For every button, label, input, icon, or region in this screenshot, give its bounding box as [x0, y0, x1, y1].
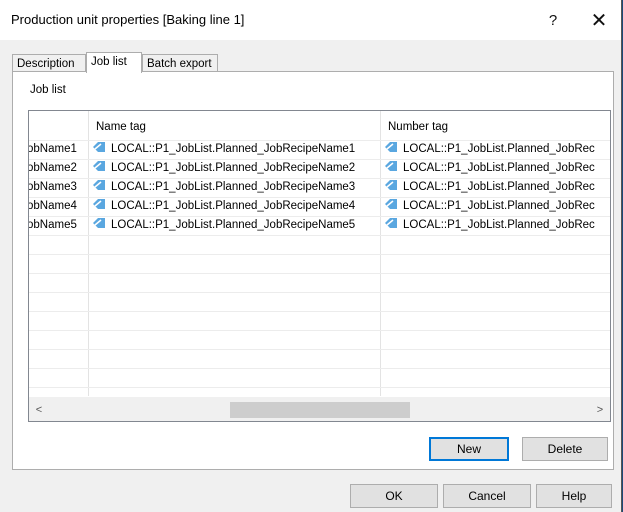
number-tag-cell[interactable]: LOCAL::P1_JobList.Planned_JobRec	[384, 178, 595, 197]
scrollbar-thumb[interactable]	[230, 402, 410, 418]
row-divider	[29, 368, 610, 369]
tab-description[interactable]: Description	[12, 54, 86, 72]
tab-batch-export[interactable]: Batch export	[142, 54, 218, 72]
window-title: Production unit properties [Baking line …	[11, 12, 245, 27]
row-divider	[29, 330, 610, 331]
tag-icon	[93, 142, 105, 152]
column-header-name-tag[interactable]: Name tag	[96, 121, 146, 133]
name-tag-text: LOCAL::P1_JobList.Planned_JobRecipeName3	[111, 181, 356, 193]
tag-icon	[93, 218, 105, 228]
column-header-number-tag[interactable]: Number tag	[388, 121, 448, 133]
tag-icon	[385, 142, 397, 152]
name-tag-cell[interactable]: LOCAL::P1_JobList.Planned_JobRecipeName2	[92, 159, 355, 178]
row-divider	[29, 273, 610, 274]
job-name-cell[interactable]: obName3	[29, 178, 77, 197]
help-title-button[interactable]: ?	[530, 0, 576, 40]
job-name-cell[interactable]: obName1	[29, 140, 77, 159]
row-divider	[29, 254, 610, 255]
job-name-cell[interactable]: obName4	[29, 197, 77, 216]
properties-dialog: Production unit properties [Baking line …	[0, 0, 622, 512]
title-bar[interactable]: Production unit properties [Baking line …	[0, 0, 621, 40]
name-tag-text: LOCAL::P1_JobList.Planned_JobRecipeName4	[111, 200, 356, 212]
row-divider	[29, 235, 610, 236]
row-divider	[29, 349, 610, 350]
close-button[interactable]: ✕	[576, 0, 622, 40]
number-tag-text: LOCAL::P1_JobList.Planned_JobRec	[403, 162, 595, 174]
name-tag-cell[interactable]: LOCAL::P1_JobList.Planned_JobRecipeName3	[92, 178, 355, 197]
name-tag-cell[interactable]: LOCAL::P1_JobList.Planned_JobRecipeName4	[92, 197, 355, 216]
name-tag-text: LOCAL::P1_JobList.Planned_JobRecipeName1	[111, 143, 356, 155]
tag-icon	[93, 180, 105, 190]
row-divider	[29, 311, 610, 312]
row-divider	[29, 292, 610, 293]
row-divider	[29, 387, 610, 388]
scroll-right-button[interactable]: >	[590, 398, 610, 421]
name-tag-text: LOCAL::P1_JobList.Planned_JobRecipeName2	[111, 162, 356, 174]
number-tag-cell[interactable]: LOCAL::P1_JobList.Planned_JobRec	[384, 140, 595, 159]
tag-icon	[385, 218, 397, 228]
new-button[interactable]: New	[429, 437, 509, 461]
name-tag-cell[interactable]: LOCAL::P1_JobList.Planned_JobRecipeName1	[92, 140, 355, 159]
scroll-left-button[interactable]: <	[29, 398, 49, 421]
name-tag-text: LOCAL::P1_JobList.Planned_JobRecipeName5	[111, 219, 356, 231]
name-tag-cell[interactable]: LOCAL::P1_JobList.Planned_JobRecipeName5	[92, 216, 355, 235]
tab-job-list[interactable]: Job list	[86, 52, 142, 73]
job-name-cell[interactable]: obName5	[29, 216, 77, 235]
delete-button[interactable]: Delete	[522, 437, 608, 461]
tag-icon	[385, 199, 397, 209]
help-button[interactable]: Help	[536, 484, 612, 508]
tag-icon	[385, 180, 397, 190]
tag-icon	[93, 199, 105, 209]
job-list-label: Job list	[30, 84, 66, 96]
number-tag-text: LOCAL::P1_JobList.Planned_JobRec	[403, 143, 595, 155]
tag-icon	[93, 161, 105, 171]
job-list-table[interactable]: Name tag Number tag obName1 LOCAL::P1_Jo…	[28, 110, 611, 422]
number-tag-cell[interactable]: LOCAL::P1_JobList.Planned_JobRec	[384, 197, 595, 216]
job-list-grid-body: Name tag Number tag obName1 LOCAL::P1_Jo…	[29, 111, 610, 396]
horizontal-scrollbar[interactable]: < >	[29, 397, 610, 421]
tag-icon	[385, 161, 397, 171]
number-tag-text: LOCAL::P1_JobList.Planned_JobRec	[403, 200, 595, 212]
number-tag-text: LOCAL::P1_JobList.Planned_JobRec	[403, 219, 595, 231]
number-tag-cell[interactable]: LOCAL::P1_JobList.Planned_JobRec	[384, 159, 595, 178]
number-tag-text: LOCAL::P1_JobList.Planned_JobRec	[403, 181, 595, 193]
cancel-button[interactable]: Cancel	[443, 484, 531, 508]
number-tag-cell[interactable]: LOCAL::P1_JobList.Planned_JobRec	[384, 216, 595, 235]
ok-button[interactable]: OK	[350, 484, 438, 508]
job-name-cell[interactable]: obName2	[29, 159, 77, 178]
